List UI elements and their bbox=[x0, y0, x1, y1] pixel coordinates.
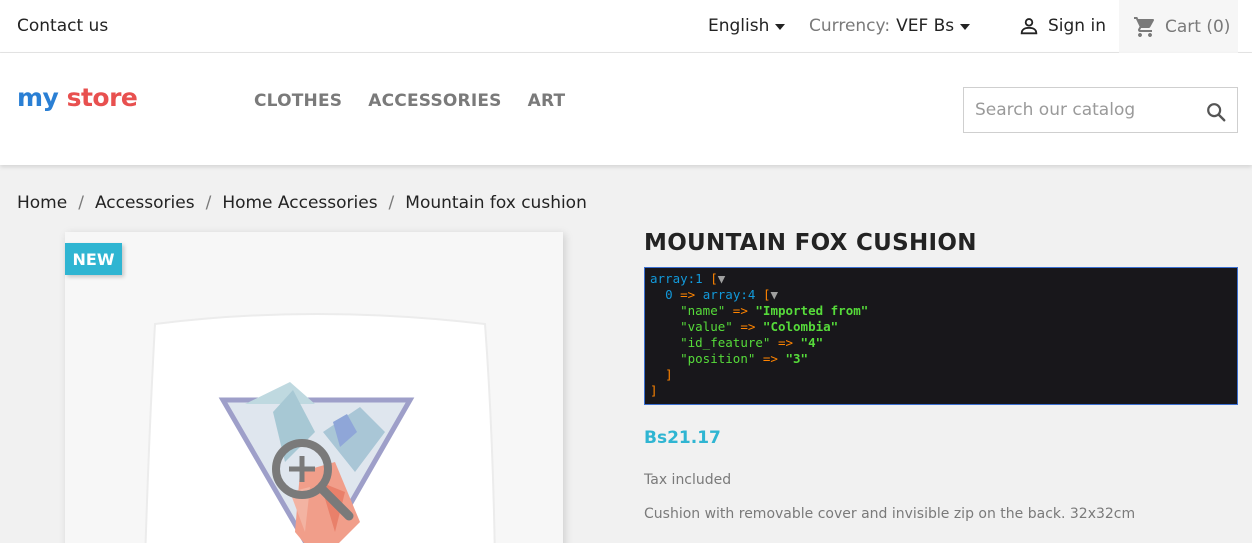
dump-value: "Colombia" bbox=[762, 319, 839, 334]
breadcrumb-current: Mountain fox cushion bbox=[405, 193, 587, 213]
cart-label: Cart (0) bbox=[1165, 16, 1231, 37]
nav-item-clothes[interactable]: CLOTHES bbox=[254, 91, 342, 111]
dump-value: "Imported from" bbox=[755, 303, 869, 318]
breadcrumb-separator: / bbox=[388, 193, 395, 213]
cushion-illustration bbox=[144, 313, 496, 543]
dump-key: "value" bbox=[680, 319, 733, 334]
top-bar: Contact us English Currency: VEF Bs Sign… bbox=[0, 0, 1252, 53]
product-image[interactable] bbox=[65, 232, 563, 543]
cart-button[interactable]: Cart (0) bbox=[1119, 0, 1238, 53]
main-nav: CLOTHES ACCESSORIES ART bbox=[254, 91, 565, 111]
user-icon bbox=[1020, 18, 1038, 35]
logo-text-store: store bbox=[66, 83, 138, 112]
nav-item-art[interactable]: ART bbox=[528, 91, 566, 111]
header: my store CLOTHES ACCESSORIES ART bbox=[0, 53, 1252, 165]
caret-down-icon bbox=[775, 24, 786, 30]
breadcrumb-home-accessories[interactable]: Home Accessories bbox=[222, 193, 377, 213]
dump-value: "3" bbox=[785, 351, 809, 366]
language-selector[interactable]: English bbox=[708, 16, 786, 36]
dump-key: "position" bbox=[680, 351, 756, 366]
contact-us-link[interactable]: Contact us bbox=[17, 16, 108, 36]
tax-label: Tax included bbox=[644, 472, 732, 488]
language-label: English bbox=[708, 16, 770, 36]
collapse-toggle-icon[interactable]: ▼ bbox=[770, 287, 778, 302]
caret-down-icon bbox=[960, 24, 971, 30]
breadcrumb-separator: / bbox=[78, 193, 84, 213]
currency-value: VEF Bs bbox=[896, 16, 955, 36]
currency-selector[interactable]: Currency: VEF Bs bbox=[809, 16, 971, 36]
collapse-toggle-icon[interactable]: ▼ bbox=[718, 271, 726, 286]
store-logo[interactable]: my store bbox=[17, 83, 138, 112]
breadcrumb-accessories[interactable]: Accessories bbox=[95, 193, 195, 213]
nav-item-accessories[interactable]: ACCESSORIES bbox=[368, 91, 501, 111]
dump-index: 0 bbox=[665, 287, 673, 302]
currency-label: Currency: bbox=[809, 16, 891, 36]
search-icon[interactable] bbox=[1205, 101, 1227, 123]
search-box bbox=[963, 87, 1238, 133]
product-title: MOUNTAIN FOX CUSHION bbox=[644, 230, 977, 256]
sign-in-link[interactable]: Sign in bbox=[1018, 15, 1106, 37]
cart-icon bbox=[1134, 16, 1155, 37]
sign-in-label: Sign in bbox=[1048, 16, 1106, 36]
new-badge: NEW bbox=[65, 243, 122, 275]
dump-type: array:4 bbox=[702, 287, 756, 302]
breadcrumb-separator: / bbox=[205, 193, 212, 213]
dump-type: array:1 bbox=[650, 271, 703, 286]
product-description: Cushion with removable cover and invisib… bbox=[644, 506, 1136, 522]
breadcrumb: Home / Accessories / Home Accessories / … bbox=[17, 193, 587, 213]
debug-dump: array:1 [▼ 0 => array:4 [▼ "name" => "Im… bbox=[644, 267, 1238, 405]
dump-key: "name" bbox=[680, 303, 726, 318]
search-input[interactable] bbox=[964, 100, 1194, 120]
breadcrumb-home[interactable]: Home bbox=[17, 193, 67, 213]
dump-value: "4" bbox=[800, 335, 824, 350]
dump-key: "id_feature" bbox=[680, 335, 771, 350]
product-price: Bs21.17 bbox=[644, 428, 721, 448]
logo-text-my: my bbox=[17, 83, 59, 112]
